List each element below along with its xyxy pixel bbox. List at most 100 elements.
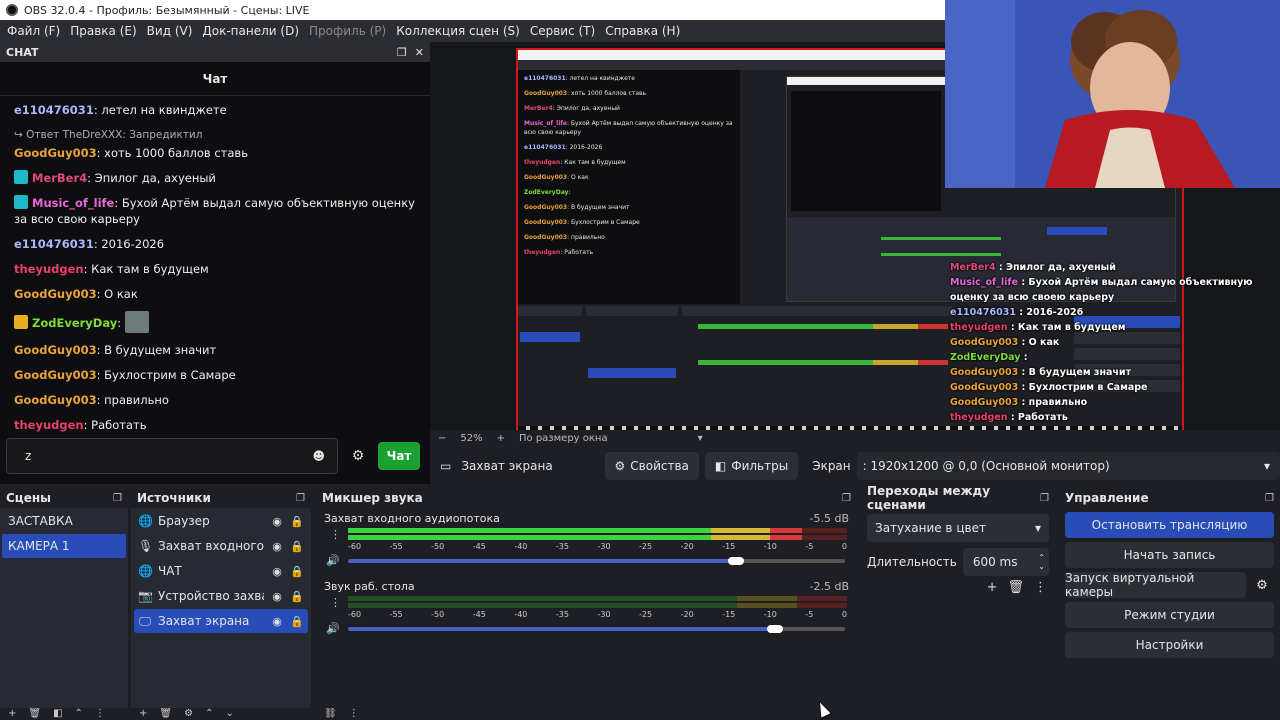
meter-tick-label: -40 xyxy=(514,542,528,551)
chat-username[interactable]: GoodGuy003 xyxy=(14,146,97,160)
close-icon[interactable]: ✕ xyxy=(415,46,424,59)
undock-icon[interactable]: ❐ xyxy=(397,46,407,59)
add-icon[interactable]: + xyxy=(8,708,16,720)
meter-tick-label: -25 xyxy=(639,610,653,619)
undock-icon[interactable]: ❐ xyxy=(1040,493,1049,504)
gear-icon[interactable]: ⚙ xyxy=(184,708,193,720)
eye-icon[interactable]: ◉ xyxy=(270,515,284,528)
volume-slider-handle[interactable] xyxy=(767,625,784,633)
chat-username[interactable]: GoodGuy003 xyxy=(14,393,97,407)
filter-icon[interactable]: ◧ xyxy=(53,708,62,720)
sources-title: Источники xyxy=(137,491,211,505)
chat-send-button[interactable]: Чат xyxy=(378,442,420,470)
stop-stream-button[interactable]: Остановить трансляцию xyxy=(1065,512,1274,538)
zoom-out-button[interactable]: − xyxy=(438,433,446,444)
chevron-down-icon[interactable]: ⌄ xyxy=(225,708,233,720)
overlay-chat-username: GoodGuy003 xyxy=(950,367,1019,378)
meter-tick-label: 0 xyxy=(841,542,847,551)
menu-item[interactable]: Вид (V) xyxy=(142,24,198,38)
selected-source: ▭ Захват экрана xyxy=(430,459,605,473)
source-item[interactable]: 🌐 Браузер ◉ 🔒 xyxy=(134,509,308,533)
chat-username[interactable]: e110476031 xyxy=(14,237,94,251)
add-icon[interactable]: + xyxy=(139,708,147,720)
zoom-in-button[interactable]: + xyxy=(497,433,505,444)
lock-icon[interactable]: 🔒 xyxy=(290,515,304,528)
volume-slider-rest xyxy=(735,559,845,563)
fit-mode-select[interactable]: По размеру окна ▾ xyxy=(519,433,703,444)
eye-icon[interactable]: ◉ xyxy=(270,565,284,578)
chat-settings-gear-icon[interactable]: ⚙ xyxy=(348,448,368,464)
transition-tools: + 🗑 ⋮ xyxy=(861,580,1055,595)
source-item[interactable]: 🖵 Захват экрана ◉ 🔒 xyxy=(134,609,308,633)
filters-button[interactable]: ◧ Фильтры xyxy=(704,452,799,480)
source-item[interactable]: 🎙 Захват входного аудио ◉ 🔒 xyxy=(134,534,308,558)
menu-item[interactable]: Сервис (T) xyxy=(525,24,600,38)
monitor-select[interactable]: : 1920x1200 @ 0,0 (Основной монитор) ▾ xyxy=(856,452,1280,480)
lock-icon[interactable]: 🔒 xyxy=(290,565,304,578)
undock-icon[interactable]: ❐ xyxy=(1265,493,1274,504)
menu-item[interactable]: Правка (E) xyxy=(65,24,141,38)
preview-nested-chat-message: theyudgen: Работать xyxy=(524,248,734,257)
source-item[interactable]: 🌐 ЧАТ ◉ 🔒 xyxy=(134,559,308,583)
menu-item[interactable]: Коллекция сцен (S) xyxy=(391,24,525,38)
duration-input[interactable]: 600 ms ⌃ ⌄ xyxy=(962,548,1049,576)
chevron-up-icon[interactable]: ⌃ xyxy=(75,708,83,720)
scene-item[interactable]: ЗАСТАВКА xyxy=(2,509,126,533)
chat-username[interactable]: theyudgen xyxy=(14,262,84,276)
chevron-up-icon[interactable]: ⌃ xyxy=(205,708,213,720)
sources-toolbar: + 🗑 ⚙ ⌃ ⌄ xyxy=(131,708,311,720)
link-icon[interactable]: ⛓ xyxy=(324,708,337,720)
chat-username[interactable]: theyudgen xyxy=(14,418,84,432)
channel-menu-icon[interactable]: ⋮ xyxy=(330,528,341,541)
chat-username[interactable]: MerBer4 xyxy=(32,171,87,185)
lock-icon[interactable]: 🔒 xyxy=(290,540,304,553)
chat-username[interactable]: e110476031 xyxy=(14,103,94,117)
eye-icon[interactable]: ◉ xyxy=(270,590,284,603)
trash-icon[interactable]: 🗑 xyxy=(1007,580,1024,595)
more-icon[interactable]: ⋮ xyxy=(1034,580,1047,595)
gear-icon[interactable]: ⚙ xyxy=(1250,572,1274,598)
volume-slider-handle[interactable] xyxy=(727,557,744,565)
chat-message: GoodGuy003: Бухлострим в Самаре xyxy=(14,367,416,383)
start-virtual-camera-button[interactable]: Запуск виртуальной камеры xyxy=(1065,571,1246,599)
settings-button[interactable]: Настройки xyxy=(1065,632,1274,658)
menu-item[interactable]: Файл (F) xyxy=(2,24,65,38)
emoji-icon[interactable]: ☻ xyxy=(312,449,325,463)
speaker-icon[interactable]: 🔊 xyxy=(326,554,340,567)
volume-slider[interactable] xyxy=(348,557,845,565)
eye-icon[interactable]: ◉ xyxy=(270,615,284,628)
chat-input[interactable]: z ☻ xyxy=(6,438,338,474)
lock-icon[interactable]: 🔒 xyxy=(290,590,304,603)
add-icon[interactable]: + xyxy=(987,580,998,595)
undock-icon[interactable]: ❐ xyxy=(113,493,122,504)
chat-username[interactable]: GoodGuy003 xyxy=(14,343,97,357)
preview-nested-chat-username: Music_of_life xyxy=(524,120,567,127)
properties-button[interactable]: ⚙ Свойства xyxy=(604,452,699,480)
menu-item[interactable]: Док-панели (D) xyxy=(197,24,304,38)
chat-username[interactable]: Music_of_life xyxy=(32,196,114,210)
transition-select[interactable]: Затухание в цвет ▾ xyxy=(867,514,1049,542)
trash-icon[interactable]: 🗑 xyxy=(28,708,41,720)
speaker-icon[interactable]: 🔊 xyxy=(326,622,340,635)
trash-icon[interactable]: 🗑 xyxy=(159,708,172,720)
preview-nested-chat-text: : Работать xyxy=(560,249,594,256)
chevron-down-icon[interactable]: ⌄ xyxy=(1038,562,1045,571)
undock-icon[interactable]: ❐ xyxy=(296,493,305,504)
start-recording-button[interactable]: Начать запись xyxy=(1065,542,1274,568)
undock-icon[interactable]: ❐ xyxy=(842,493,851,504)
channel-menu-icon[interactable]: ⋮ xyxy=(330,596,341,609)
more-icon[interactable]: ⋮ xyxy=(349,708,359,720)
studio-mode-button[interactable]: Режим студии xyxy=(1065,602,1274,628)
eye-icon[interactable]: ◉ xyxy=(270,540,284,553)
chat-username[interactable]: GoodGuy003 xyxy=(14,368,97,382)
menu-item[interactable]: Справка (H) xyxy=(600,24,685,38)
chevron-up-icon[interactable]: ⌃ xyxy=(1038,553,1045,562)
more-icon[interactable]: ⋮ xyxy=(95,708,105,720)
chat-username[interactable]: GoodGuy003 xyxy=(14,287,97,301)
lock-icon[interactable]: 🔒 xyxy=(290,615,304,628)
chat-username[interactable]: ZodEveryDay xyxy=(32,316,117,330)
scene-item[interactable]: КАМЕРА 1 xyxy=(2,534,126,558)
chat-message-text: : О как xyxy=(96,287,138,301)
source-item[interactable]: 📷 Устройство захвата ◉ 🔒 xyxy=(134,584,308,608)
volume-slider[interactable] xyxy=(348,625,845,633)
